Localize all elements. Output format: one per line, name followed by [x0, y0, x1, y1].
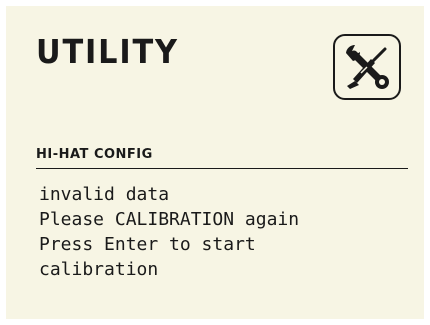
utility-screen: UTILITY HI-HAT CONFIG invalid data Pleas… — [6, 6, 424, 319]
section-divider — [36, 168, 408, 169]
message-line: Please CALIBRATION again — [39, 209, 300, 230]
message-line: invalid data — [39, 184, 170, 205]
message-line: Press Enter to start — [39, 234, 256, 255]
message-text: invalid data Please CALIBRATION again Pr… — [39, 182, 409, 282]
wrench-screwdriver-icon — [346, 44, 389, 89]
message-line: calibration — [39, 259, 159, 280]
utility-icon-frame — [333, 34, 401, 100]
page-title: UTILITY — [36, 32, 179, 71]
section-title: HI-HAT CONFIG — [36, 147, 153, 162]
